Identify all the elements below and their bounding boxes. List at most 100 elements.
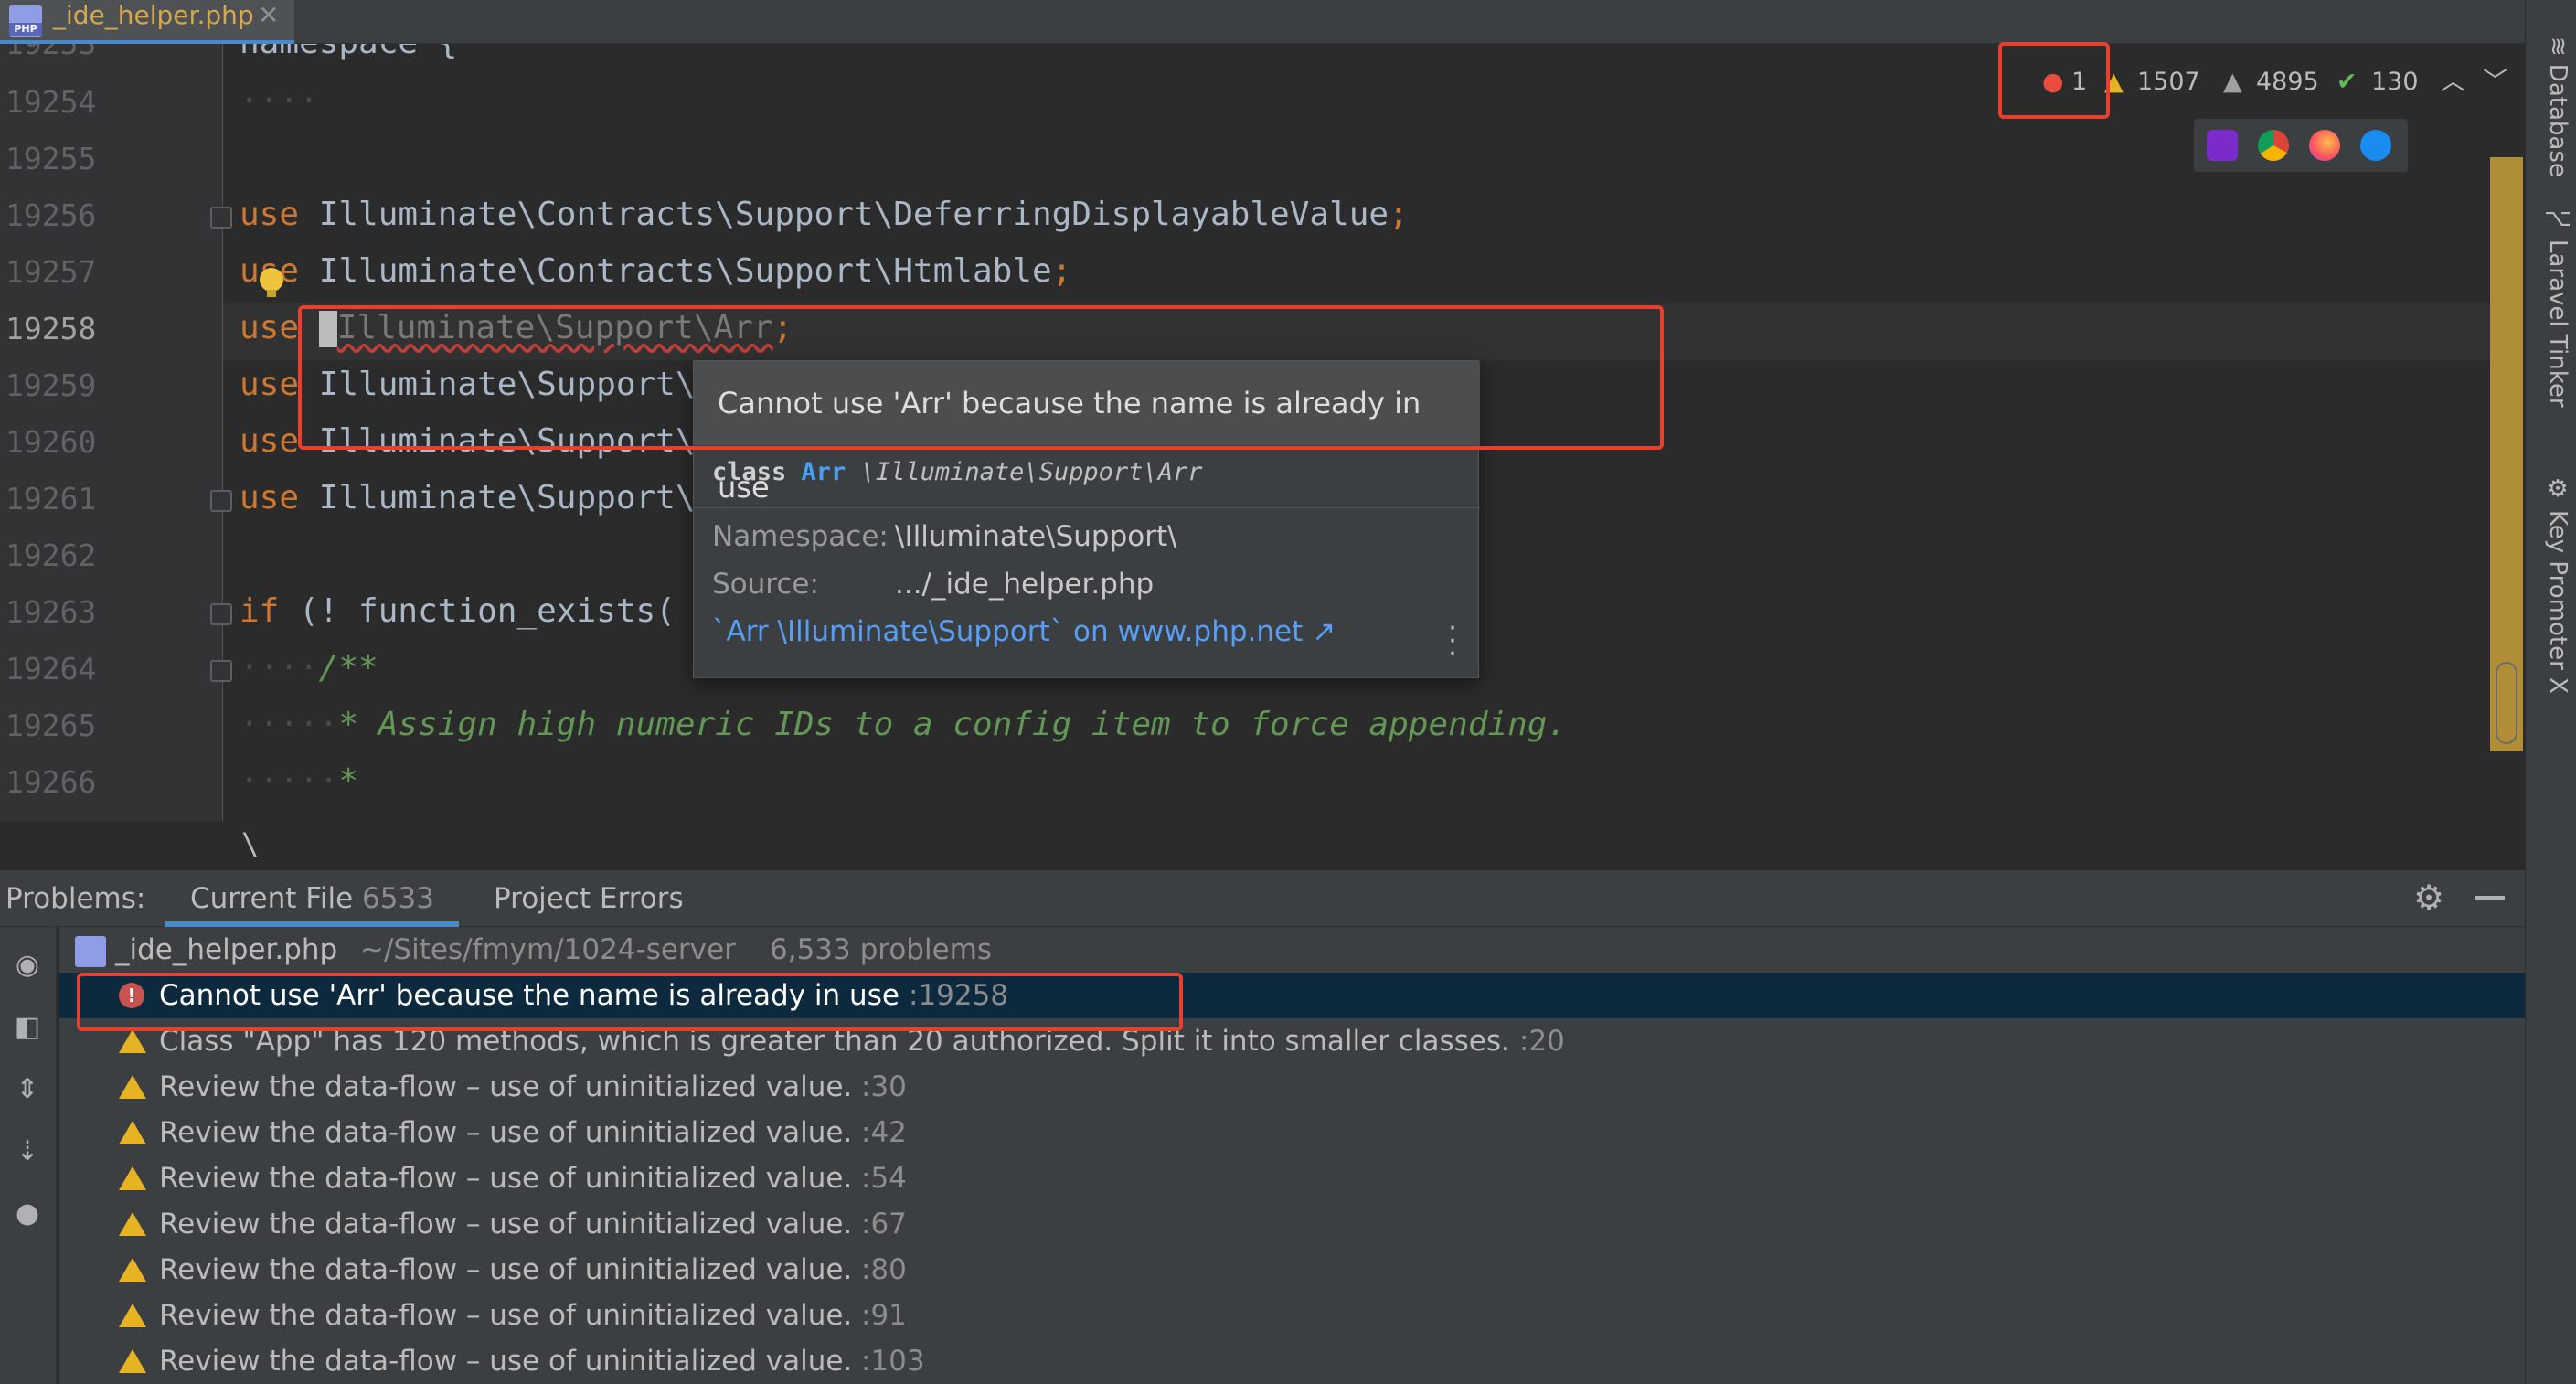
fold-marker-icon[interactable] (210, 603, 232, 625)
line-number: 19253 (5, 44, 115, 61)
annotation-box (298, 305, 1664, 450)
problem-location: :20 (1519, 1025, 1565, 1058)
code-line: if (! function_exists( (240, 592, 676, 630)
weak-warning-count: 4895 (2256, 68, 2319, 96)
problem-row[interactable]: Review the data-flow – use of uninitiali… (59, 1338, 2525, 1384)
file-node[interactable]: _ide_helper.php ~/Sites/fmym/1024-server… (59, 927, 2525, 973)
next-highlight-icon[interactable]: ﹀ (2483, 62, 2507, 102)
code-line: ·····* Assign high numeric IDs to a conf… (240, 706, 1568, 743)
lightbulb-icon[interactable] (260, 268, 283, 297)
line-number: 19259 (5, 367, 97, 403)
code-line: use Illuminate\Support\ (240, 479, 696, 516)
problem-row[interactable]: Review the data-flow – use of uninitiali… (59, 1064, 2525, 1110)
weak-warning-icon: ▲ (2223, 68, 2242, 96)
previous-highlight-icon[interactable]: ︿ (2441, 62, 2465, 102)
eye-icon[interactable]: ◉ (11, 949, 44, 982)
collapse-all-icon[interactable]: ⇣ (11, 1135, 44, 1168)
warning-icon (119, 1212, 146, 1236)
annotation-box (1998, 42, 2110, 119)
minimize-icon[interactable] (2475, 896, 2505, 900)
line-number: 19264 (5, 651, 97, 687)
tinker-icon: ⌥ (2544, 205, 2571, 232)
problem-row[interactable]: Review the data-flow – use of uninitiali… (59, 1293, 2525, 1338)
problems-toolbar: ◉ ◧ ⇕ ⇣ ● (0, 927, 57, 1384)
line-number: 19265 (5, 708, 97, 743)
code-line: ···· (240, 82, 319, 120)
line-number: 19263 (5, 594, 97, 630)
problem-location: :30 (861, 1070, 907, 1103)
php-file-icon (75, 936, 106, 967)
warning-count: 1507 (2137, 68, 2200, 96)
problem-location: :42 (861, 1116, 907, 1149)
code-line: ·····* (240, 762, 359, 800)
lightbulb-icon[interactable]: ● (11, 1198, 44, 1230)
line-number: 19254 (5, 84, 97, 120)
php-file-icon: PHP (9, 5, 42, 37)
source-row: Source: .../_ide_helper.php (712, 568, 1155, 601)
line-number-active: 19258 (5, 311, 97, 346)
problems-label: Problems: (5, 882, 146, 915)
warning-icon (119, 1258, 146, 1282)
chrome-icon[interactable] (2258, 130, 2289, 161)
php-net-link[interactable]: `Arr \Illuminate\Support` on www.php.net… (712, 615, 1336, 648)
gear-icon[interactable]: ⚙ (2413, 878, 2444, 918)
code-line: namespace { (240, 44, 457, 61)
problem-location: :103 (861, 1345, 925, 1378)
close-icon[interactable]: ✕ (258, 0, 279, 31)
fold-marker-icon[interactable] (210, 207, 232, 229)
quick-doc-signature: class Arr \Illuminate\Support\Arr (712, 458, 1203, 486)
browser-bar (2194, 119, 2408, 172)
typo-count: 130 (2371, 68, 2419, 96)
problem-row[interactable]: Review the data-flow – use of uninitiali… (59, 1201, 2525, 1247)
warning-icon (119, 1349, 146, 1373)
warning-icon (119, 1121, 146, 1144)
laravel-tinker-tool-button[interactable]: ⌥Laravel Tinker (2535, 205, 2571, 408)
problem-row[interactable]: Review the data-flow – use of uninitiali… (59, 1247, 2525, 1293)
problem-text: Review the data-flow – use of uninitiali… (159, 1162, 853, 1195)
problem-text: Review the data-flow – use of uninitiali… (159, 1299, 853, 1332)
problem-location: :80 (861, 1253, 907, 1286)
line-number: 19266 (5, 764, 97, 800)
line-number: 19257 (5, 254, 97, 290)
scroll-thumb[interactable] (2496, 662, 2517, 744)
database-icon: ≋ (2544, 37, 2571, 57)
problem-row[interactable]: Review the data-flow – use of uninitiali… (59, 1155, 2525, 1201)
annotation-box (77, 973, 1183, 1031)
warning-icon (119, 1029, 146, 1053)
expand-all-icon[interactable]: ⇕ (11, 1073, 44, 1106)
line-number-gutter: 19253 19254 19255 19256 19257 19258 1925… (0, 44, 232, 821)
preview-icon[interactable]: ◧ (11, 1011, 44, 1044)
namespace-row: Namespace: \Illuminate\Support\ (712, 520, 1177, 553)
key-promoter-tool-button[interactable]: ⚙Key Promoter X (2535, 475, 2571, 694)
phpstorm-icon[interactable] (2207, 130, 2238, 161)
problem-text: Review the data-flow – use of uninitiali… (159, 1253, 853, 1286)
more-options-icon[interactable]: · · · (1447, 615, 1458, 668)
problem-text: Review the data-flow – use of uninitiali… (159, 1116, 853, 1149)
problem-text: Review the data-flow – use of uninitiali… (159, 1070, 853, 1103)
problem-location: :67 (861, 1208, 907, 1240)
fold-marker-icon[interactable] (210, 660, 232, 682)
line-number: 19262 (5, 538, 97, 573)
file-tab[interactable]: PHP _ide_helper.php ✕ (0, 0, 294, 44)
fold-marker-icon[interactable] (210, 490, 232, 512)
tab-current-file[interactable]: Current File 6533 (190, 870, 434, 927)
check-icon: ✔ (2336, 68, 2358, 96)
line-number: 19256 (5, 197, 97, 233)
problems-tabs: Problems: Current File 6533 Project Erro… (0, 870, 2525, 927)
breadcrumb: \ (0, 821, 2525, 870)
warning-icon (119, 1075, 146, 1099)
safari-icon[interactable] (2360, 130, 2391, 161)
warning-icon (119, 1166, 146, 1190)
problem-row[interactable]: Review the data-flow – use of uninitiali… (59, 1110, 2525, 1155)
right-tool-strip: ≋Database ⌥Laravel Tinker ⚙Key Promoter … (2525, 0, 2576, 1384)
line-number: 19261 (5, 481, 97, 516)
code-line: ····/** (240, 649, 378, 687)
editor-tab-bar: PHP _ide_helper.php ✕ (0, 0, 2525, 44)
problem-location: :91 (861, 1299, 907, 1332)
error-stripe[interactable] (2490, 113, 2523, 817)
firefox-icon[interactable] (2309, 130, 2340, 161)
database-tool-button[interactable]: ≋Database (2535, 37, 2571, 177)
line-number: 19255 (5, 141, 97, 176)
tab-project-errors[interactable]: Project Errors (494, 870, 684, 927)
code-line: use Illuminate\Contracts\Support\Htmlabl… (240, 252, 1072, 290)
